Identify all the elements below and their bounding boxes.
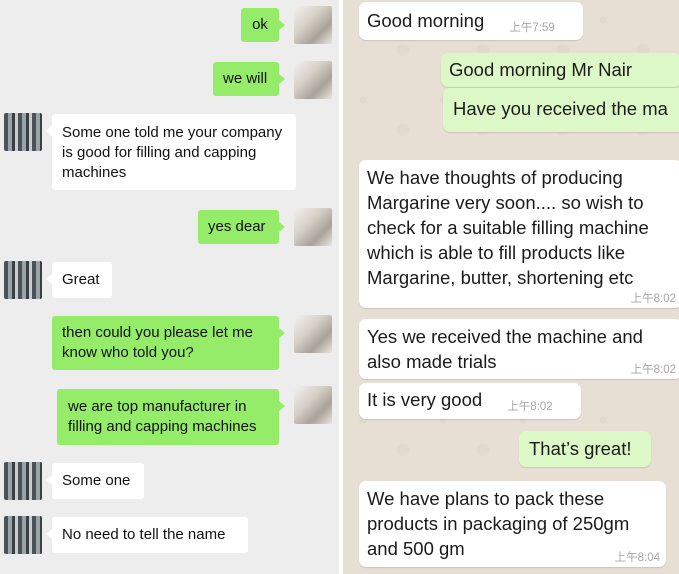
contact-avatar[interactable]: [4, 516, 42, 554]
message-text: we will: [223, 70, 268, 87]
my-avatar[interactable]: [294, 386, 332, 424]
message-timestamp: 上午8:02: [630, 293, 676, 305]
contact-avatar[interactable]: [4, 113, 42, 151]
whatsapp-conversation: Good morning 上午7:59 Good morning Mr Nair…: [343, 0, 679, 574]
message-timestamp: 上午8:04: [614, 552, 660, 564]
my-avatar[interactable]: [294, 6, 332, 44]
message-bubble-sent[interactable]: we are top manufacturer in filling and c…: [57, 389, 285, 445]
message-text: we are top manufacturer in filling and c…: [68, 398, 257, 435]
message-timestamp: 上午8:02: [507, 401, 553, 413]
message-text: It is very good: [367, 389, 483, 410]
my-avatar[interactable]: [294, 208, 332, 246]
message-bubble-outgoing[interactable]: Have you received the ma: [443, 88, 679, 132]
message-bubble-sent[interactable]: ok: [241, 8, 285, 42]
message-bubble-received[interactable]: Great: [46, 262, 112, 298]
message-bubble-sent[interactable]: we will: [213, 62, 285, 96]
message-text: Some one told me your company is good fo…: [62, 124, 283, 181]
message-text: Yes we received the machine and also mad…: [367, 326, 643, 372]
message-text: then could you please let me know who to…: [62, 324, 253, 361]
message-text: Have you received the ma: [453, 98, 668, 119]
message-text: We have thoughts of producing Margarine …: [367, 167, 649, 288]
message-bubble-received[interactable]: No need to tell the name: [46, 517, 248, 553]
message-bubble-sent[interactable]: yes dear: [198, 210, 285, 244]
message-bubble-incoming[interactable]: Yes we received the machine and also mad…: [359, 319, 679, 379]
my-avatar[interactable]: [294, 315, 332, 353]
contact-avatar[interactable]: [4, 462, 42, 500]
message-text: We have plans to pack these products in …: [367, 488, 630, 559]
message-text: Great: [62, 271, 100, 288]
message-bubble-received[interactable]: Some one: [46, 463, 144, 499]
message-timestamp: 上午7:59: [509, 22, 555, 34]
message-text: No need to tell the name: [62, 526, 226, 543]
message-text: Good morning: [367, 10, 485, 31]
message-bubble-outgoing[interactable]: That’s great!: [519, 431, 651, 467]
contact-avatar[interactable]: [4, 261, 42, 299]
message-timestamp: 上午8:02: [630, 364, 676, 376]
message-bubble-outgoing[interactable]: Good morning Mr Nair: [441, 53, 679, 87]
message-bubble-received[interactable]: Some one told me your company is good fo…: [46, 114, 296, 190]
message-text: ok: [252, 16, 268, 33]
wechat-conversation: ok we will Some one told me your company…: [0, 0, 339, 574]
message-text: That’s great!: [529, 438, 632, 459]
message-bubble-incoming[interactable]: It is very good 上午8:02: [359, 383, 581, 419]
message-bubble-sent[interactable]: then could you please let me know who to…: [52, 316, 285, 370]
message-bubble-incoming[interactable]: We have thoughts of producing Margarine …: [359, 160, 679, 308]
my-avatar[interactable]: [294, 61, 332, 99]
message-text: Good morning Mr Nair: [449, 59, 633, 80]
message-text: yes dear: [208, 218, 266, 235]
message-bubble-incoming[interactable]: We have plans to pack these products in …: [359, 481, 666, 567]
message-bubble-incoming[interactable]: Good morning 上午7:59: [359, 2, 583, 40]
message-text: Some one: [62, 472, 131, 489]
